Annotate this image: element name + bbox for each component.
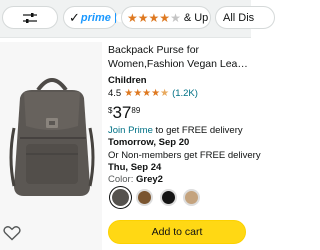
rating-filter-chip[interactable]: ★ ★ ★ ★ ★ & Up bbox=[121, 6, 211, 29]
all-discounts-chip[interactable]: All Dis bbox=[215, 6, 275, 29]
filter-bar: ✓ prime ★ ★ ★ ★ ★ & Up All Dis bbox=[0, 0, 275, 38]
heart-icon[interactable] bbox=[3, 225, 21, 241]
rating-value: 4.5 bbox=[108, 88, 122, 99]
check-icon: ✓ bbox=[69, 10, 80, 25]
color-value: Grey2 bbox=[135, 174, 163, 185]
filter-settings-button[interactable] bbox=[2, 6, 58, 29]
star-rating-icon: ★★★★★ bbox=[124, 88, 170, 99]
add-to-cart-button[interactable]: Add to cart bbox=[108, 220, 246, 244]
all-discounts-label: All Dis bbox=[223, 11, 255, 24]
color-row: Color: Grey2 bbox=[108, 174, 163, 185]
rating-count[interactable]: (1.2K) bbox=[172, 88, 198, 99]
color-swatch-tan[interactable] bbox=[183, 189, 200, 206]
price: $ 37 89 bbox=[108, 103, 141, 122]
product-title[interactable]: Backpack Purse for Women,Fashion Vegan L… bbox=[108, 43, 248, 71]
join-prime-link[interactable]: Join Prime bbox=[108, 125, 153, 136]
product-image[interactable] bbox=[6, 68, 98, 200]
color-swatch-grey[interactable] bbox=[112, 189, 129, 206]
stars-rating-icon: ★ ★ ★ ★ ★ bbox=[127, 10, 181, 25]
prime-delivery-line: Join Prime to get FREE delivery bbox=[108, 125, 243, 136]
color-swatch-black[interactable] bbox=[160, 189, 177, 206]
brand-label: Children bbox=[108, 75, 147, 86]
color-label: Color: bbox=[108, 174, 136, 185]
prime-logo: prime bbox=[80, 11, 111, 24]
prime-filter-toggle[interactable]: ✓ prime bbox=[63, 6, 124, 29]
rating-filter-label: & Up bbox=[183, 11, 209, 24]
sliders-icon bbox=[23, 12, 37, 23]
nonmember-delivery-date: Thu, Sep 24 bbox=[108, 162, 162, 173]
prime-delivery-date: Tomorrow, Sep 20 bbox=[108, 137, 190, 148]
nonmember-delivery-text: Or Non-members get FREE delivery bbox=[108, 150, 261, 161]
color-swatch-brown[interactable] bbox=[136, 189, 153, 206]
prime-delivery-text: to get FREE delivery bbox=[152, 125, 243, 136]
rating-row[interactable]: 4.5 ★★★★★ (1.2K) bbox=[108, 88, 198, 99]
toggle-switch[interactable] bbox=[114, 12, 124, 23]
